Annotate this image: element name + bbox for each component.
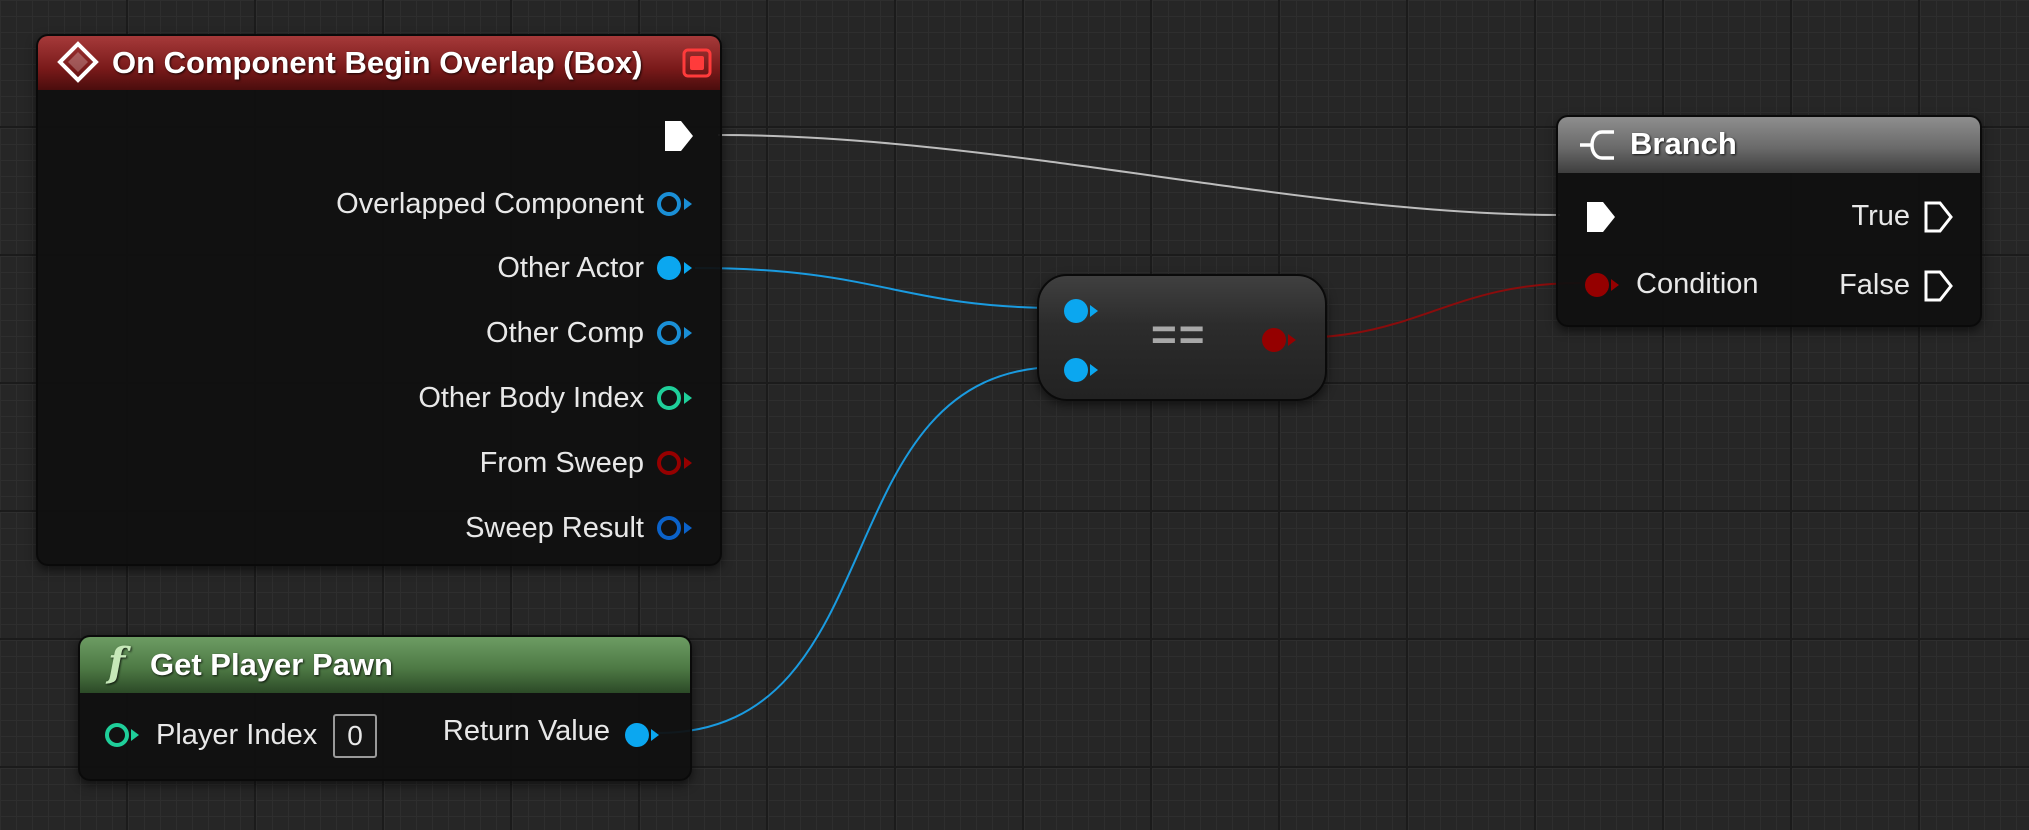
other-comp-pin[interactable] <box>656 318 696 348</box>
overlapped-component-pin[interactable] <box>656 189 696 219</box>
pin-label-player-index: Player Index <box>156 719 318 751</box>
pin-label-from-sweep: From Sweep <box>479 447 644 479</box>
compare-output-pin[interactable] <box>1259 325 1299 355</box>
get-player-pawn-header[interactable]: f Get Player Pawn <box>80 637 690 693</box>
player-index-pin[interactable] <box>102 720 142 750</box>
return-value-pin[interactable] <box>622 720 662 750</box>
diamond-icon <box>57 41 99 83</box>
blueprint-graph-canvas[interactable]: On Component Begin Overlap (Box) Overlap… <box>0 0 2029 830</box>
other-actor-wire[interactable] <box>694 267 1061 309</box>
branch-icon <box>1580 130 1614 160</box>
condition-pin[interactable] <box>1582 270 1622 300</box>
branch-exec-in-pin[interactable] <box>1584 199 1618 235</box>
sweep-result-pin[interactable] <box>656 513 696 543</box>
equal-operator-label: == <box>1151 310 1207 359</box>
compare-input-a-pin[interactable] <box>1061 296 1101 326</box>
branch-true-exec-pin[interactable] <box>1922 199 1956 235</box>
pin-label-other-comp: Other Comp <box>486 317 644 349</box>
pin-label-condition: Condition <box>1636 268 1759 300</box>
equal-compare-node[interactable]: == <box>1037 274 1327 401</box>
player-index-input[interactable]: 0 <box>333 714 377 758</box>
pin-label-return-value: Return Value <box>442 715 610 747</box>
pin-label-true: True <box>1851 200 1910 232</box>
branch-node-header[interactable]: Branch <box>1558 117 1980 173</box>
other-actor-pin[interactable] <box>656 253 696 283</box>
pin-label-overlapped-component: Overlapped Component <box>336 188 644 220</box>
exec-wire[interactable] <box>717 134 1561 216</box>
pin-label-other-body-index: Other Body Index <box>418 382 644 414</box>
branch-node[interactable]: Branch True Condition False <box>1556 115 1982 327</box>
branch-false-exec-pin[interactable] <box>1922 268 1956 304</box>
exec-out-pin[interactable] <box>662 118 696 154</box>
get-player-pawn-node[interactable]: f Get Player Pawn Player Index Return Va… <box>78 635 692 781</box>
compare-input-b-pin[interactable] <box>1061 355 1101 385</box>
event-node-title: On Component Begin Overlap (Box) <box>112 45 643 80</box>
condition-wire[interactable] <box>1292 282 1581 339</box>
branch-node-title: Branch <box>1630 126 1737 161</box>
from-sweep-pin[interactable] <box>656 448 696 478</box>
pin-label-other-actor: Other Actor <box>497 252 644 284</box>
event-node-header[interactable]: On Component Begin Overlap (Box) <box>38 36 720 90</box>
other-body-index-pin[interactable] <box>656 383 696 413</box>
pin-label-sweep-result: Sweep Result <box>465 512 644 544</box>
function-icon: f <box>108 639 126 686</box>
get-player-pawn-title: Get Player Pawn <box>150 647 393 682</box>
pin-label-false: False <box>1839 269 1910 301</box>
red-square-icon[interactable] <box>682 48 712 78</box>
event-node-component-begin-overlap[interactable]: On Component Begin Overlap (Box) Overlap… <box>36 34 722 566</box>
